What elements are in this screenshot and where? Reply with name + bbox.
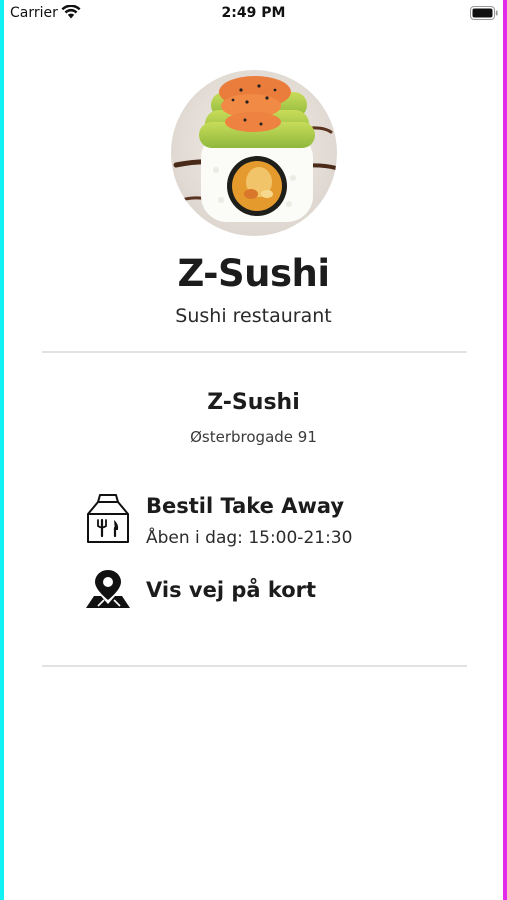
chevron-right-icon: › — [336, 495, 344, 515]
status-time: 2:49 PM — [221, 5, 286, 21]
opening-hours: Åben i dag: 15:00-21:30 — [146, 528, 353, 548]
map-pin-icon — [86, 570, 130, 608]
location-address: Østerbrogade 91 — [190, 428, 317, 446]
restaurant-subtitle: Sushi restaurant — [175, 305, 332, 327]
restaurant-title: Z-Sushi — [177, 252, 330, 295]
restaurant-avatar — [171, 70, 337, 236]
location-name: Z-Sushi — [207, 390, 300, 415]
takeaway-button[interactable]: Bestil Take Away › Åben i dag: 15:00-21:… — [84, 492, 424, 552]
status-bar: Carrier 2:49 PM — [0, 0, 507, 30]
divider-top — [42, 351, 467, 353]
map-label: Vis vej på kort — [146, 578, 317, 602]
takeaway-bag-icon — [87, 494, 129, 543]
takeaway-label: Bestil Take Away — [146, 494, 345, 518]
right-edge-stripe — [503, 0, 507, 900]
show-map-button[interactable]: Vis vej på kort › — [84, 568, 424, 612]
battery-icon — [470, 6, 498, 20]
sushi-roll-photo — [171, 70, 337, 236]
left-edge-stripe — [0, 0, 4, 900]
divider-bottom — [42, 665, 467, 667]
chevron-right-icon: › — [306, 579, 314, 599]
